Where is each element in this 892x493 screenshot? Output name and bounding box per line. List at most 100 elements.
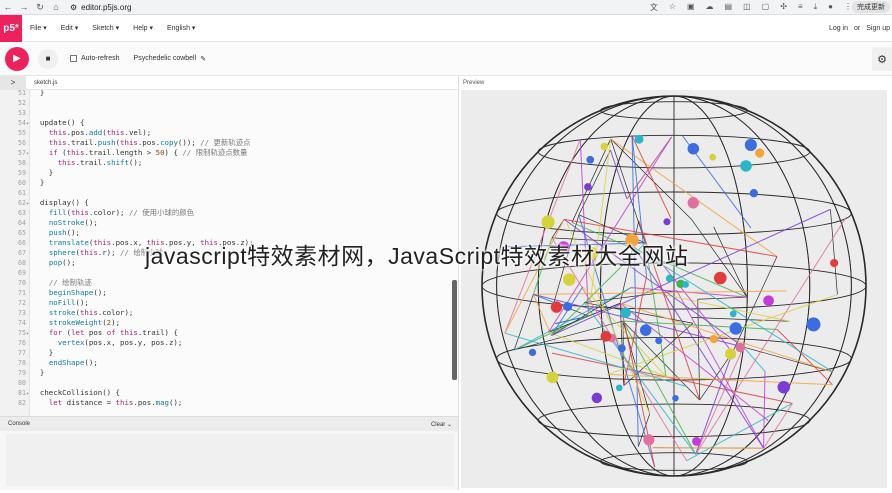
code-line[interactable]: 53: [0, 108, 440, 118]
site-settings-icon[interactable]: ⚙: [70, 3, 77, 12]
editor-scrollbar[interactable]: [452, 280, 457, 380]
file-tab[interactable]: sketch.js: [34, 80, 57, 86]
code-line[interactable]: 77 }: [0, 348, 440, 358]
line-number: 66: [18, 239, 26, 247]
ball: [591, 392, 603, 404]
line-number: 62: [18, 199, 26, 207]
sketch-canvas[interactable]: [461, 90, 887, 488]
code-text: noStroke();: [48, 218, 98, 227]
code-line[interactable]: 63 fill(this.color); // 使用小球的颜色: [0, 208, 440, 218]
app-menubar: p5* File ▾ Edit ▾ Sketch ▾ Help ▾ Englis…: [0, 14, 892, 42]
code-text: beginShape();: [48, 288, 107, 297]
more-icon[interactable]: ⋮: [844, 2, 852, 13]
ball: [709, 334, 718, 344]
ball: [615, 384, 623, 392]
code-line[interactable]: 75▾ for (let pos of this.trail) {: [0, 328, 440, 338]
line-number: 59: [18, 169, 26, 177]
sketch-name[interactable]: Psychedelic cowbell ✎: [134, 55, 207, 63]
line-number: 51: [18, 90, 26, 97]
tab-icon[interactable]: ▢: [762, 2, 770, 13]
code-line[interactable]: 78 endShape();: [0, 358, 440, 368]
line-number: 78: [18, 359, 26, 367]
menu-lines-icon[interactable]: ≡: [798, 2, 803, 13]
download-icon[interactable]: ⤓: [814, 2, 818, 13]
code-text: noFill();: [48, 298, 89, 307]
ball: [714, 271, 727, 285]
image-icon[interactable]: ▤: [725, 2, 733, 13]
code-line[interactable]: 71 beginShape();: [0, 288, 440, 298]
code-line[interactable]: 80: [0, 378, 440, 388]
code-line[interactable]: 81▾ checkCollision() {: [0, 388, 440, 398]
menu-file[interactable]: File ▾: [30, 24, 47, 32]
line-number: 53: [18, 109, 26, 117]
code-line[interactable]: 74 strokeWeight(2);: [0, 318, 440, 328]
home-icon[interactable]: ⌂: [48, 2, 64, 12]
code-line[interactable]: 79 }: [0, 368, 440, 378]
code-line[interactable]: 54▾ update() {: [0, 118, 440, 128]
code-line[interactable]: 62▾ display() {: [0, 198, 440, 208]
code-line[interactable]: 60 }: [0, 178, 440, 188]
capture-icon[interactable]: ◫: [743, 2, 751, 13]
line-number: 71: [18, 289, 26, 297]
menu-sketch[interactable]: Sketch ▾: [92, 24, 119, 32]
line-number: 75: [18, 329, 26, 337]
line-number: 79: [18, 369, 26, 377]
code-text: vertex(pos.x, pos.y, pos.z);: [57, 338, 183, 347]
p5-logo[interactable]: p5*: [0, 14, 22, 42]
menu-edit[interactable]: Edit ▾: [61, 24, 79, 32]
main-menu: File ▾ Edit ▾ Sketch ▾ Help ▾ English ▾: [30, 24, 195, 32]
profile-icon[interactable]: ●: [828, 2, 833, 13]
code-line[interactable]: 73 stroke(this.color);: [0, 308, 440, 318]
signup-link[interactable]: Sign up: [866, 25, 890, 32]
ball: [744, 138, 757, 151]
auto-refresh-checkbox[interactable]: [70, 55, 77, 62]
reload-icon[interactable]: ↻: [32, 2, 48, 13]
code-line[interactable]: 57▾ if (this.trail.length > 50) { // 限制轨…: [0, 148, 440, 158]
puzzle-icon[interactable]: ✣: [780, 2, 787, 13]
ball: [528, 348, 537, 357]
cloud-icon[interactable]: ☁: [706, 2, 714, 13]
code-line[interactable]: 59 }: [0, 168, 440, 178]
ball: [672, 394, 679, 402]
translate-icon[interactable]: 文: [650, 2, 658, 13]
code-text: display() {: [31, 198, 89, 207]
code-line[interactable]: 64 noStroke();: [0, 218, 440, 228]
code-line[interactable]: 61: [0, 188, 440, 198]
back-icon[interactable]: ←: [0, 2, 16, 12]
address-bar[interactable]: ⚙ editor.p5js.org: [70, 3, 131, 12]
line-number: 58: [18, 159, 26, 167]
auto-refresh-toggle[interactable]: Auto-refresh: [70, 55, 120, 62]
code-text: }: [31, 178, 45, 187]
pencil-icon[interactable]: ✎: [200, 55, 206, 63]
mesh-line: [610, 138, 646, 244]
code-line[interactable]: 56 this.trail.push(this.pos.copy()); // …: [0, 138, 440, 148]
code-line[interactable]: 72 noFill();: [0, 298, 440, 308]
or-text: or: [854, 25, 861, 32]
auto-refresh-label: Auto-refresh: [81, 55, 120, 62]
login-link[interactable]: Log in: [829, 25, 848, 32]
code-line[interactable]: 82 let distance = this.pos.mag();: [0, 398, 440, 408]
settings-button[interactable]: ⚙: [872, 47, 892, 71]
preview-panel: Preview: [458, 76, 892, 490]
trail-line: [695, 346, 744, 455]
ball: [563, 302, 573, 312]
menu-language[interactable]: English ▾: [167, 24, 195, 32]
forward-icon[interactable]: →: [16, 2, 32, 12]
code-line[interactable]: 70 // 绘制轨迹: [0, 278, 440, 288]
update-button[interactable]: 完成更新: [852, 1, 890, 13]
code-line[interactable]: 51 }: [0, 90, 440, 98]
stop-button[interactable]: ■: [38, 48, 58, 69]
code-line[interactable]: 55 this.pos.add(this.vel);: [0, 128, 440, 138]
code-line[interactable]: 58 this.trail.shift();: [0, 158, 440, 168]
bookmark-star-icon[interactable]: ☆: [669, 2, 676, 13]
code-line[interactable]: 52: [0, 98, 440, 108]
menu-help[interactable]: Help ▾: [133, 24, 153, 32]
ball: [563, 273, 576, 286]
extension-icon[interactable]: ▣: [687, 2, 695, 13]
chevron-down-icon[interactable]: ⌄: [447, 422, 452, 428]
play-icon: ▶: [13, 53, 21, 64]
play-button[interactable]: ▶: [5, 46, 29, 71]
code-line[interactable]: 76 vertex(pos.x, pos.y, pos.z);: [0, 338, 440, 348]
clear-button[interactable]: Clear: [431, 422, 445, 428]
expand-sidebar-button[interactable]: >: [0, 75, 26, 90]
